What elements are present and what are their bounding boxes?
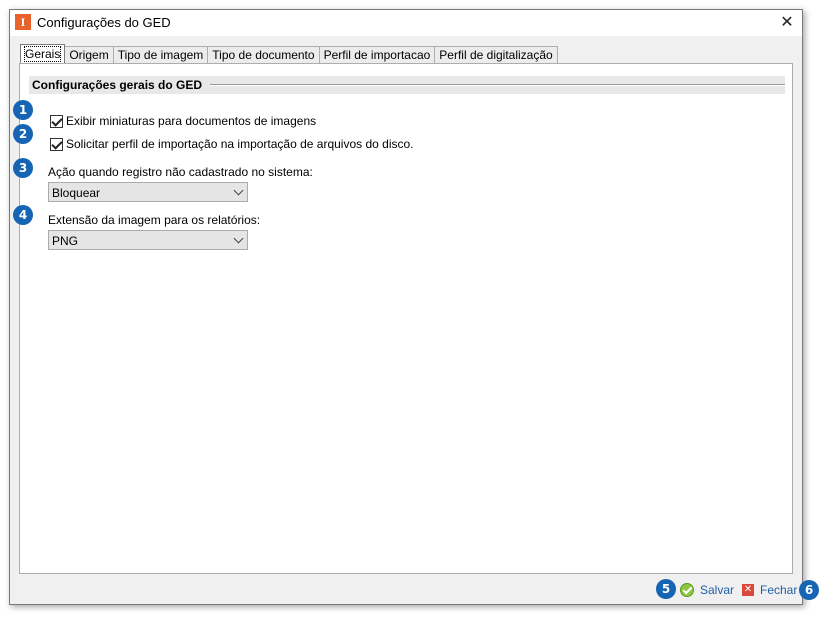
acao-registro-value: Bloquear — [52, 186, 101, 200]
tab-perfil-de-digitalizacao[interactable]: Perfil de digitalização — [434, 46, 558, 63]
save-label: Salvar — [700, 583, 735, 597]
group-divider — [209, 84, 785, 86]
tab-tipo-de-documento[interactable]: Tipo de documento — [207, 46, 320, 63]
window-title: Configurações do GED — [37, 15, 171, 30]
acao-registro-label: Ação quando registro não cadastrado no s… — [48, 165, 313, 179]
tab-perfil-de-importacao[interactable]: Perfil de importacao — [318, 46, 436, 63]
close-icon: ✕ — [742, 584, 754, 596]
acao-registro-select[interactable]: Bloquear — [48, 182, 248, 202]
extensao-imagem-select[interactable]: PNG — [48, 230, 248, 250]
annotation-badge: 2 — [13, 124, 33, 144]
close-label: Fechar — [760, 583, 798, 597]
close-button[interactable]: ✕ Fechar — [742, 583, 797, 597]
group-title: Configurações gerais do GED — [32, 78, 211, 92]
close-window-button[interactable]: ✕ — [776, 12, 798, 34]
tab-origem[interactable]: Origem — [64, 46, 114, 63]
group-header: Configurações gerais do GED — [29, 76, 785, 94]
exibir-miniaturas-checkbox[interactable] — [50, 114, 63, 128]
option-solicitar-perfil[interactable]: Solicitar perfil de importação na import… — [50, 136, 414, 152]
exibir-miniaturas-label: Exibir miniaturas para documentos de ima… — [66, 114, 317, 128]
tab-panel-gerais: Configurações gerais do GED Exibir minia… — [19, 63, 793, 574]
extensao-imagem-label: Extensão da imagem para os relatórios: — [48, 213, 261, 227]
annotation-badge: 6 — [799, 580, 819, 600]
chevron-down-icon — [233, 185, 244, 196]
solicitar-perfil-checkbox[interactable] — [50, 137, 63, 151]
tab-tipo-de-imagem[interactable]: Tipo de imagem — [112, 46, 209, 63]
tab-gerais[interactable]: Gerais — [20, 44, 66, 63]
option-exibir-miniaturas[interactable]: Exibir miniaturas para documentos de ima… — [50, 113, 316, 129]
title-bar: I Configurações do GED ✕ — [10, 10, 802, 36]
settings-dialog: I Configurações do GED ✕ Gerais Origem T… — [9, 9, 803, 605]
tab-strip: Gerais Origem Tipo de imagem Tipo de doc… — [20, 44, 558, 64]
check-circle-icon — [680, 583, 694, 597]
save-button[interactable]: Salvar — [680, 583, 734, 597]
annotation-badge: 3 — [13, 158, 33, 178]
annotation-badge: 1 — [13, 100, 33, 120]
annotation-badge: 4 — [13, 205, 33, 225]
app-logo-icon: I — [15, 14, 31, 30]
solicitar-perfil-label: Solicitar perfil de importação na import… — [66, 137, 414, 151]
extensao-imagem-value: PNG — [52, 234, 79, 248]
annotation-badge: 5 — [656, 579, 676, 599]
chevron-down-icon — [233, 233, 244, 244]
